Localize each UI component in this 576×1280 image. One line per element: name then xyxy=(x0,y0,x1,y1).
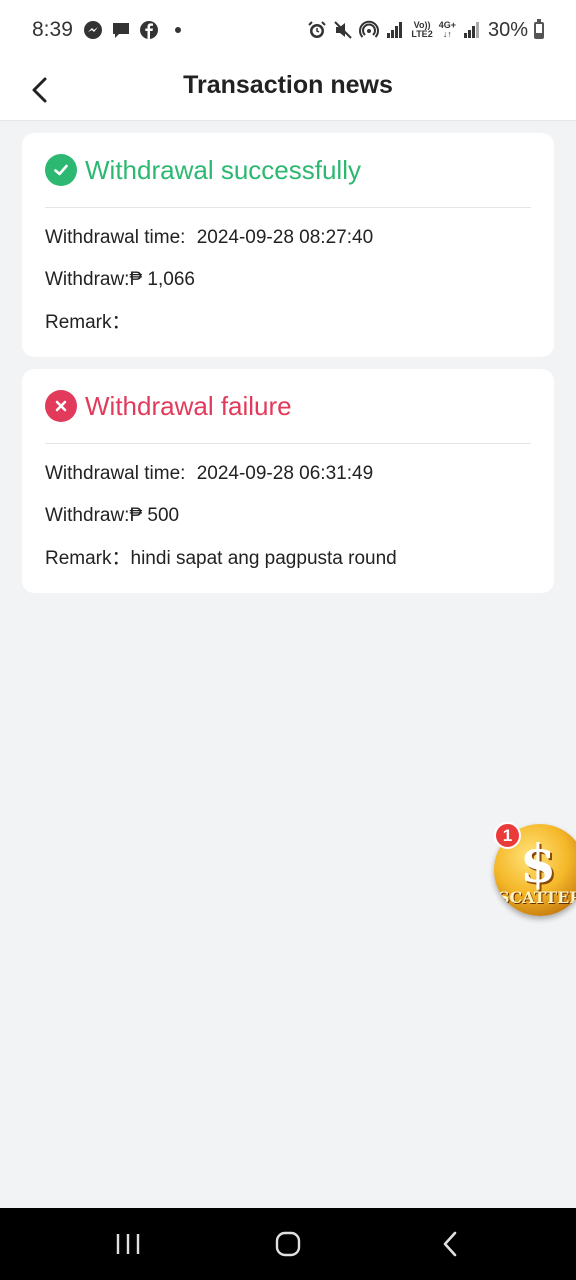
withdraw-amount-value: ₱ 1,066 xyxy=(129,269,195,290)
scatter-floating-button[interactable]: $ SCATTER 1 xyxy=(492,822,576,920)
transaction-card-success: Withdrawal successfully Withdrawal time:… xyxy=(22,133,554,357)
back-arrow-icon xyxy=(443,1231,457,1257)
withdraw-amount-row: Withdraw:₱ 500 xyxy=(45,506,531,526)
messenger-icon xyxy=(83,20,103,40)
status-bar-left: 8:39 xyxy=(32,18,181,42)
header: Transaction news xyxy=(0,60,576,121)
facebook-icon xyxy=(139,20,159,40)
status-bar-right: Vo)) LTE2 4G+ ↓↑ 30% xyxy=(307,18,544,42)
home-button[interactable] xyxy=(258,1222,318,1266)
battery-percent: 30% xyxy=(487,18,528,41)
mute-icon xyxy=(333,20,353,40)
clock: 8:39 xyxy=(32,18,73,41)
coin-symbol: $ xyxy=(520,834,557,895)
withdraw-amount-label: Withdraw: xyxy=(45,269,130,290)
recents-button[interactable] xyxy=(98,1222,158,1266)
page-title: Transaction news xyxy=(183,71,393,99)
withdraw-amount-label: Withdraw: xyxy=(45,505,130,526)
battery-icon xyxy=(534,18,544,39)
home-icon xyxy=(275,1231,301,1257)
message-icon xyxy=(111,20,131,40)
withdrawal-time-value: 2024-09-28 08:27:40 xyxy=(196,227,374,248)
hotspot-icon xyxy=(359,20,380,40)
card-header: Withdrawal failure xyxy=(45,369,531,444)
x-circle-icon xyxy=(45,390,77,422)
status-title: Withdrawal successfully xyxy=(85,154,361,185)
card-header: Withdrawal successfully xyxy=(45,133,531,208)
back-button[interactable] xyxy=(18,68,62,112)
withdrawal-time-row: Withdrawal time: 2024-09-28 06:31:49 xyxy=(45,464,531,484)
remark-value: hindi sapat ang pagpusta round xyxy=(130,548,397,569)
signal-icon-2 xyxy=(462,20,482,40)
system-navigation-bar xyxy=(0,1208,576,1280)
recents-icon xyxy=(116,1234,140,1254)
volte-indicator: Vo)) LTE2 xyxy=(411,20,433,39)
transaction-card-failure: Withdrawal failure Withdrawal time: 2024… xyxy=(22,369,554,593)
withdraw-amount-row: Withdraw:₱ 1,066 xyxy=(45,270,531,290)
remark-row: Remark： xyxy=(45,313,531,333)
remark-label: Remark： xyxy=(45,312,131,333)
system-back-button[interactable] xyxy=(420,1222,480,1266)
check-circle-icon xyxy=(45,154,77,186)
chevron-left-icon xyxy=(32,77,47,103)
signal-icon xyxy=(385,20,405,40)
status-title: Withdrawal failure xyxy=(85,390,292,421)
notification-dot-icon xyxy=(174,27,181,33)
status-bar: 8:39 Vo)) LTE2 4G+ ↓↑ 30% xyxy=(0,0,576,60)
withdrawal-time-label: Withdrawal time: xyxy=(45,463,186,484)
alarm-icon xyxy=(307,20,327,40)
withdrawal-time-value: 2024-09-28 06:31:49 xyxy=(196,463,374,484)
withdrawal-time-label: Withdrawal time: xyxy=(45,227,186,248)
remark-label: Remark： xyxy=(45,548,131,569)
withdrawal-time-row: Withdrawal time: 2024-09-28 08:27:40 xyxy=(45,228,531,248)
notification-badge: 1 xyxy=(494,822,521,849)
remark-row: Remark：hindi sapat ang pagpusta round xyxy=(45,549,531,569)
data-type-indicator: 4G+ ↓↑ xyxy=(438,20,456,39)
coin-label: SCATTER xyxy=(498,888,576,907)
withdraw-amount-value: ₱ 500 xyxy=(129,505,180,526)
